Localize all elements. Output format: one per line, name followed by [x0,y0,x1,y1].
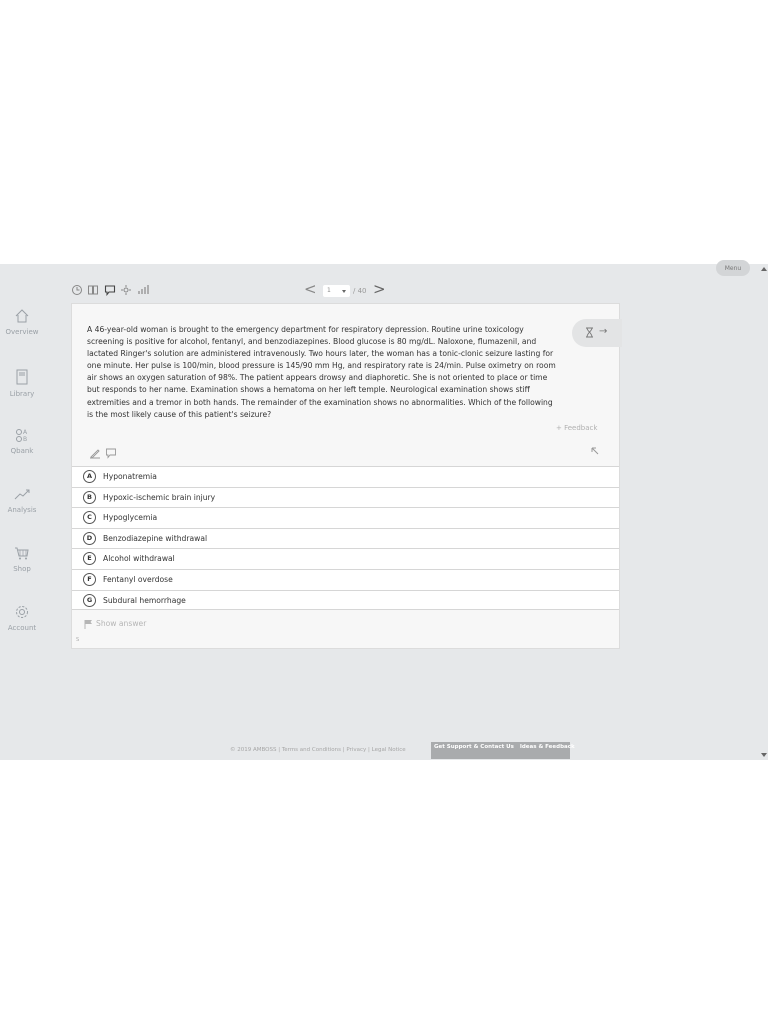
answer-option-c[interactable]: C Hypoglycemia [72,507,619,528]
scroll-up-icon[interactable] [761,267,767,271]
home-icon [15,309,29,323]
answer-option-a[interactable]: A Hyponatremia [72,466,619,487]
answer-text: Benzodiazepine withdrawal [103,533,208,543]
show-answer-label: Show answer [96,619,147,628]
sidebar-item-label: Qbank [10,447,34,455]
sidebar-item-label: Account [7,624,37,632]
answer-option-f[interactable]: F Fentanyl overdose [72,568,619,590]
answer-letter: F [83,572,96,586]
feedback-link[interactable]: + Feedback [556,424,597,432]
sidebar-item-qbank[interactable]: AB Qbank [0,427,44,455]
pencil-icon[interactable] [89,447,101,459]
sidebar-item-overview[interactable]: Overview [0,308,44,336]
answer-letter: D [83,531,96,545]
gear-icon [16,606,28,618]
answer-option-e[interactable]: E Alcohol withdrawal [72,548,619,569]
current-question-number: 1 [327,287,331,294]
chevron-left-icon[interactable]: < [304,282,317,297]
flag-icon [84,620,92,629]
settings-icon[interactable] [120,284,132,296]
sidebar-item-shop[interactable]: Shop [0,545,44,573]
answer-option-g[interactable]: G Subdural hemorrhage [72,589,619,611]
app-window: Menu Overview Library AB Qbank Analysis … [0,260,768,760]
lab-values-tab[interactable]: → [572,319,622,347]
hourglass-icon [586,327,593,338]
show-answer-button[interactable]: Show answer [84,619,146,629]
menu-button[interactable]: Menu [716,260,750,276]
question-number-select[interactable]: 1 [323,285,350,297]
answer-list: A Hyponatremia B Hypoxic-ischemic brain … [72,466,619,611]
question-stem: A 46-year-old woman is brought to the em… [87,325,556,419]
answer-text: Alcohol withdrawal [103,554,175,564]
answer-text: Hyponatremia [103,472,157,481]
sidebar-item-label: Analysis [7,506,37,514]
answer-letter: C [83,511,96,525]
sidebar-item-analysis[interactable]: Analysis [0,486,44,514]
clock-icon[interactable] [71,284,83,296]
sidebar-item-account[interactable]: Account [0,604,44,632]
comment-icon[interactable] [104,284,116,296]
answer-letter: E [83,552,96,566]
collapse-arrow-icon[interactable] [589,445,601,457]
answer-text: Hypoglycemia [103,513,158,523]
qbank-icon: AB [16,429,28,443]
question-total: / 40 [353,287,367,295]
chevron-down-icon [342,290,346,293]
bar-chart-icon[interactable] [137,284,149,296]
answer-option-d[interactable]: D Benzodiazepine withdrawal [72,527,619,549]
answer-letter: A [83,470,96,483]
sidebar-item-label: Shop [13,565,31,573]
columns-icon[interactable] [87,284,99,296]
chevron-right-icon[interactable]: > [373,282,386,297]
sidebar-item-library[interactable]: Library [0,368,44,398]
scroll-down-icon[interactable] [761,753,767,757]
sidebar-item-label: Library [9,390,35,398]
answer-option-b[interactable]: B Hypoxic-ischemic brain injury [72,486,619,508]
comment-icon[interactable] [105,447,117,459]
footer-legal-links[interactable]: © 2019 AMBOSS | Terms and Conditions | P… [230,747,406,753]
sidebar-item-label: Overview [5,328,39,336]
answer-letter: G [83,593,96,607]
ideas-feedback-link[interactable]: Ideas & Feedback [520,744,575,750]
answer-text: Subdural hemorrhage [103,595,186,605]
card-footnote-mark: S [76,637,80,643]
answer-text: Fentanyl overdose [103,574,173,584]
answer-letter: B [83,490,96,504]
svg-text:B: B [23,436,27,443]
support-contact-link[interactable]: Get Support & Contact Us [434,744,514,750]
footer-support-bar: Get Support & Contact Us Ideas & Feedbac… [431,742,575,759]
question-card: → A 46-year-old woman is brought to the … [71,303,622,649]
book-icon [16,369,28,385]
chart-line-icon [14,489,30,500]
answer-text: Hypoxic-ischemic brain injury [103,492,216,502]
svg-text:A: A [23,429,28,436]
page-scrollbar[interactable] [760,264,768,760]
arrow-right-icon: → [599,326,608,337]
cart-icon [15,547,29,560]
